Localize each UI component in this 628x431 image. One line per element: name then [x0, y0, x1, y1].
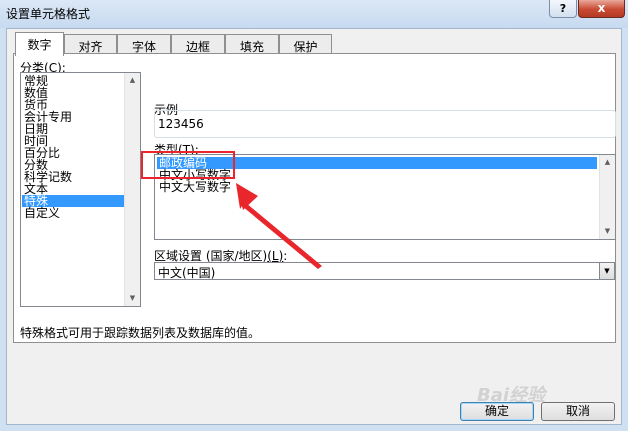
- tab-label: 数字: [27, 38, 52, 52]
- tab-label: 保护: [293, 40, 318, 54]
- list-item[interactable]: 中文大写数字: [157, 181, 597, 193]
- tab-label: 对齐: [78, 40, 103, 54]
- dialog-client: 数字 对齐 字体 边框 填充 保护 分类(C): 常规 数值 货币 会计专用 日…: [6, 28, 622, 425]
- scroll-down-arrow-icon[interactable]: ▼: [125, 291, 140, 306]
- scroll-up-arrow-icon[interactable]: ▲: [125, 73, 140, 88]
- close-button[interactable]: x: [578, 0, 625, 18]
- tab-fill[interactable]: 填充: [225, 34, 279, 54]
- tab-number[interactable]: 数字: [15, 32, 64, 56]
- help-icon: ?: [559, 2, 567, 15]
- category-list[interactable]: 常规 数值 货币 会计专用 日期 时间 百分比 分数 科学记数 文本 特殊 自定…: [20, 72, 141, 307]
- ok-button[interactable]: 确定: [460, 402, 534, 421]
- tab-label: 填充: [239, 40, 264, 54]
- tab-font[interactable]: 字体: [117, 34, 171, 54]
- help-button[interactable]: ?: [549, 0, 577, 18]
- list-item[interactable]: 自定义: [22, 207, 125, 219]
- tab-label: 字体: [131, 40, 156, 54]
- locale-value: 中文(中国): [158, 266, 216, 280]
- tab-label: 边框: [185, 40, 210, 54]
- tab-panel-number: 分类(C): 常规 数值 货币 会计专用 日期 时间 百分比 分数 科学记数 文…: [13, 53, 616, 343]
- scroll-down-arrow-icon[interactable]: ▼: [600, 224, 615, 239]
- close-icon: x: [597, 1, 606, 15]
- locale-select[interactable]: 中文(中国) ▼: [154, 262, 615, 280]
- dialog-titlebar[interactable]: 设置单元格格式 ? x: [0, 0, 628, 28]
- chevron-down-icon[interactable]: ▼: [599, 263, 614, 279]
- category-scrollbar[interactable]: ▲ ▼: [124, 73, 140, 306]
- cancel-button[interactable]: 取消: [541, 402, 615, 421]
- annotation-highlight-box: [141, 151, 235, 179]
- dialog-title: 设置单元格格式: [6, 7, 91, 21]
- tab-protection[interactable]: 保护: [279, 34, 332, 54]
- tab-alignment[interactable]: 对齐: [64, 34, 117, 54]
- sample-value: 123456: [158, 117, 204, 131]
- sample-group: 123456: [154, 110, 616, 138]
- tab-border[interactable]: 边框: [171, 34, 225, 54]
- type-scrollbar[interactable]: ▲ ▼: [599, 155, 615, 239]
- scroll-up-arrow-icon[interactable]: ▲: [600, 155, 615, 170]
- format-description: 特殊格式可用于跟踪数据列表及数据库的值。: [20, 326, 261, 340]
